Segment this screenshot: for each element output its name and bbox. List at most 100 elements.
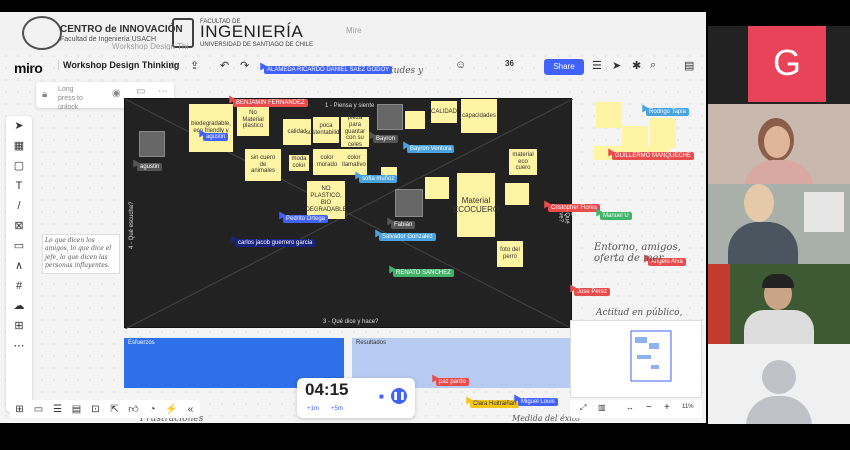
photo-placeholder[interactable] (377, 104, 403, 130)
logo-banner: CENTRO de INNOVACIÓN Facultad de Ingenie… (0, 12, 706, 51)
cursor-label: Bayron (373, 135, 399, 143)
frame-tool-icon[interactable]: # (6, 276, 32, 296)
star-icon[interactable]: ☆ (168, 59, 178, 72)
connector-tool-icon[interactable]: ∧ (6, 256, 32, 276)
person-shirt (728, 222, 798, 264)
cursor-label: Pedrito Ortega (283, 215, 329, 223)
minimap[interactable] (570, 320, 702, 398)
sticky-note[interactable]: color morado (313, 149, 341, 175)
stop-icon[interactable]: ■ (379, 392, 384, 401)
sticky-note-icon[interactable]: ▢ (6, 156, 32, 176)
bottom-toolbar: ⊞ ▭ ☰ ▤ ⊡ ⇱ 👍︎ ◔ ⚡ « (10, 400, 200, 418)
share-button[interactable]: Share (544, 59, 584, 75)
empathy-map-frame[interactable]: 1 - Piensa y siente 4 - Qué escucha? 3 -… (124, 98, 576, 329)
upload-icon[interactable]: ⇪ (190, 59, 199, 72)
timer-add-5m[interactable]: +5m (331, 406, 343, 412)
redo-icon[interactable]: ↷ (240, 59, 249, 72)
cursor-label: Bayron Ventura (407, 145, 455, 153)
right-note-entorno[interactable]: Entorno, amigos, oferta de mer (594, 242, 706, 264)
sticky-note[interactable]: sin cuero de animales (245, 149, 281, 181)
sticky-note[interactable] (505, 183, 529, 205)
more-icon[interactable]: ⋯ (158, 86, 168, 97)
cursor-label: Clara Huitraiñan (470, 400, 520, 408)
templates-icon[interactable]: ▦ (6, 136, 32, 156)
chat-icon[interactable]: ▭ (29, 404, 48, 415)
board-title[interactable]: Workshop Design Thinking (58, 60, 179, 70)
frame-top-label: 1 - Piensa y siente (325, 103, 375, 109)
cursor-label: Salvador Gonzalez (379, 233, 436, 241)
text-tool-icon[interactable]: T (6, 176, 32, 196)
faded-miro: Mire (346, 26, 362, 35)
search-icon[interactable]: ⌕ (650, 59, 656, 72)
zoom-level: 11% (682, 404, 694, 410)
collapse-icon[interactable]: « (181, 404, 200, 415)
background-object (708, 264, 730, 344)
comment-icon[interactable]: ▭ (136, 86, 145, 97)
like-icon[interactable]: 👍︎ (124, 403, 143, 415)
person-shirt (744, 310, 814, 344)
default-avatar-icon (762, 360, 796, 394)
sticky-note[interactable]: No Material plastico (237, 104, 269, 136)
reactions-icon[interactable]: ☺ (455, 59, 466, 71)
sticky-note[interactable]: poca sustentabilidad (306, 117, 346, 143)
zoom-controls: ⤢ ▥ ↔ − + 11% (570, 400, 702, 418)
sticky-note[interactable]: biodegradable, eco friendly y (189, 104, 233, 152)
miro-logo[interactable]: miro (14, 60, 43, 76)
sticky-note[interactable]: NO PLASTICO, BIO DEGRADABLE (306, 181, 347, 219)
map-icon[interactable]: ▥ (598, 403, 606, 412)
miro-board[interactable]: miro Workshop Design Thinking ☆ ⇪ ↶ ↷ ☺ … (0, 50, 706, 423)
timer-widget[interactable]: 04:15 +1m +5m ■ ❚❚ (297, 378, 415, 418)
sticky-note[interactable]: foto del perro (497, 241, 523, 267)
fit-icon[interactable]: ↔ (626, 403, 634, 412)
left-note[interactable]: Lo que dicen los amigos, lo que dice el … (42, 234, 120, 274)
sticky-note[interactable]: CALIDAD (431, 101, 457, 123)
person-face (764, 126, 790, 158)
undo-icon[interactable]: ↶ (220, 59, 229, 72)
upload-tool-icon[interactable]: ☁ (6, 296, 32, 316)
fullscreen-icon[interactable]: ⤢ (580, 403, 586, 413)
select-tool-icon[interactable]: ➤ (6, 116, 32, 136)
sticky-note[interactable] (650, 118, 676, 148)
collaborator-count[interactable]: 36 (505, 59, 514, 68)
sticky-note[interactable] (405, 111, 425, 129)
pen-tool-icon[interactable]: / (6, 196, 32, 216)
cards-icon[interactable]: ▤ (67, 404, 86, 415)
notes-icon[interactable]: ▤ (684, 59, 694, 72)
comments-icon[interactable]: ☰ (48, 404, 67, 415)
right-note-actitud[interactable]: Actitud en público, (596, 308, 682, 318)
zoom-out-icon[interactable]: − (646, 402, 652, 413)
participant-video-3 (708, 264, 850, 344)
pause-icon[interactable]: ❚❚ (391, 388, 407, 404)
photo-placeholder[interactable] (139, 131, 165, 157)
view-icon[interactable]: ◉ (112, 88, 121, 99)
apps-tool-icon[interactable]: ⊞ (6, 316, 32, 336)
default-avatar-body (746, 396, 812, 424)
celebrate-icon[interactable]: ✱ (632, 59, 641, 72)
zoom-in-icon[interactable]: + (664, 402, 670, 413)
share-screen-icon[interactable]: ⇱ (105, 404, 124, 415)
cursor-label: Manuel U (600, 212, 632, 220)
timer-add-1m[interactable]: +1m (307, 406, 319, 412)
cursor-label: agustin (137, 163, 163, 171)
sticky-note[interactable]: moda color (289, 155, 309, 171)
settings-sliders-icon[interactable]: ☰ (592, 59, 602, 72)
sticky-note[interactable] (596, 102, 622, 128)
shapes-tool-icon[interactable]: ⊠ (6, 216, 32, 236)
photo-placeholder[interactable] (395, 189, 423, 217)
frames-icon[interactable]: ⊞ (10, 404, 29, 415)
sticky-note[interactable] (425, 177, 449, 199)
ingenieria-title: INGENIERÍA (200, 22, 304, 41)
timer-icon[interactable]: ◔ (143, 404, 162, 415)
sticky-note[interactable]: Material ECOCUERO (453, 173, 499, 237)
sticky-note[interactable]: material eco cuero (509, 149, 537, 175)
power-icon[interactable]: ⚡ (162, 404, 181, 415)
participant-tile-g: G (708, 26, 850, 104)
comment-tool-icon[interactable]: ▭ (6, 236, 32, 256)
lock-label: Long press to unlock (58, 86, 83, 111)
sticky-note[interactable]: pieza para guantar con su celes (341, 115, 369, 148)
more-tools-icon[interactable]: ⋯ (6, 336, 32, 356)
pointer-icon[interactable]: ➤ (612, 59, 621, 72)
grid-icon[interactable]: ⊡ (86, 404, 105, 415)
centro-innovacion-logo-icon (22, 16, 62, 50)
sticky-note[interactable]: capacidades (461, 99, 497, 133)
